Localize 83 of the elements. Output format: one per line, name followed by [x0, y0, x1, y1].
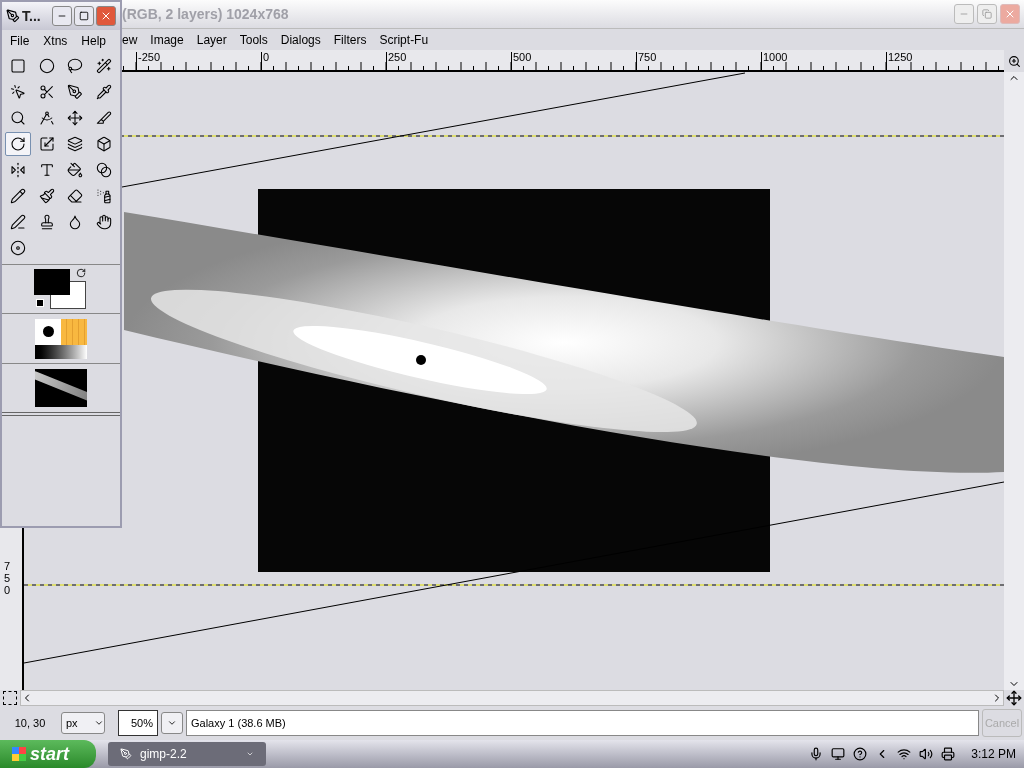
app-icon [120, 748, 132, 760]
eraser-icon [67, 188, 84, 204]
status-message: Galaxy 1 (38.6 MB) [186, 710, 979, 736]
tool-button[interactable] [5, 132, 32, 156]
knife-icon [95, 110, 112, 126]
eyedropper-icon [95, 84, 112, 100]
magic-wand-icon [95, 58, 112, 74]
menu-item[interactable]: Help [81, 32, 107, 50]
default-colors-icon[interactable] [36, 299, 44, 307]
close-button[interactable] [96, 6, 116, 26]
scissors-icon [38, 84, 55, 100]
layers-icon [67, 136, 84, 152]
printer-icon[interactable] [941, 747, 956, 761]
foreground-color-swatch[interactable] [34, 269, 70, 295]
ellipse-select-icon [38, 58, 55, 74]
lasso-icon [67, 58, 84, 74]
wifi-icon[interactable] [897, 747, 912, 761]
maximize-button[interactable] [74, 6, 94, 26]
menu-item[interactable]: Xtns [43, 32, 68, 50]
image-thumbnail[interactable] [35, 369, 87, 407]
unit-dropdown[interactable]: px [61, 712, 105, 734]
ruler-label: 250 [386, 52, 407, 70]
pen-icon [67, 84, 84, 100]
volume-icon[interactable] [919, 747, 934, 761]
stamp-icon [38, 214, 55, 230]
horizontal-scrollbar[interactable] [20, 690, 1004, 706]
window-title: T... [22, 6, 41, 26]
menu-item[interactable]: File [10, 32, 30, 50]
magnifier-icon [10, 110, 27, 126]
navigate-icon[interactable] [3, 691, 17, 705]
ruler-label: 750 [636, 52, 657, 70]
move-icon [67, 110, 84, 126]
menu-item[interactable]: ew [122, 30, 138, 49]
disc-icon [10, 240, 27, 256]
swap-icon[interactable] [76, 268, 86, 278]
app-icon [6, 9, 20, 23]
ink-pen-icon [10, 214, 27, 230]
microphone-icon[interactable] [809, 747, 824, 761]
ruler-label: 1000 [761, 52, 788, 70]
help-icon[interactable] [853, 747, 868, 761]
flip-icon [10, 162, 27, 178]
menu-item[interactable]: Dialogs [280, 30, 321, 49]
paint-bucket-icon [67, 162, 84, 178]
zoom-icon [1007, 54, 1021, 68]
rectangle-select-icon [10, 58, 27, 74]
box-icon [95, 136, 112, 152]
ruler-label: -250 [136, 52, 161, 70]
brush-preview[interactable] [35, 318, 61, 345]
zoom-dropdown[interactable] [161, 712, 183, 734]
windows-logo-icon [12, 747, 26, 761]
center-dot-icon [416, 355, 426, 365]
ruler-label: 500 [511, 52, 532, 70]
menu-item[interactable]: Script-Fu [379, 30, 429, 49]
clock: 3:12 PM [971, 746, 1016, 763]
blend-icon [95, 162, 112, 178]
minimize-button[interactable] [52, 6, 72, 26]
scale-icon [38, 136, 55, 152]
text-icon [38, 162, 55, 178]
ruler-label: 750 [4, 559, 12, 596]
close-icon [100, 10, 112, 22]
monitor-icon[interactable] [831, 747, 846, 761]
window-title: (RGB, 2 layers) 1024x768 [122, 4, 289, 24]
vertical-scrollbar[interactable] [1004, 72, 1024, 690]
maximize-icon [79, 11, 89, 21]
coordinates-text: 10, 30 [13, 715, 47, 731]
pencil-icon [10, 188, 27, 204]
restore-icon [982, 9, 992, 19]
spray-can-icon [95, 188, 112, 204]
menu-item[interactable]: Filters [333, 30, 367, 49]
paintbrush-icon [38, 188, 55, 204]
menu-item[interactable]: Layer [196, 30, 227, 49]
move-icon[interactable] [1006, 690, 1022, 706]
compass-icon [38, 110, 55, 126]
close-icon [1004, 8, 1016, 20]
ruler-label: 0 [261, 52, 270, 70]
taskbar-button[interactable]: gimp-2.2 [108, 742, 266, 766]
menu-item[interactable]: Tools [239, 30, 268, 49]
rotate-icon [10, 136, 27, 152]
zoom-field[interactable]: 50% [118, 710, 158, 736]
hand-icon [95, 214, 112, 230]
pointer-click-icon [10, 84, 27, 100]
menu-item[interactable]: Image [150, 30, 184, 49]
ruler-label: 1250 [886, 52, 913, 70]
